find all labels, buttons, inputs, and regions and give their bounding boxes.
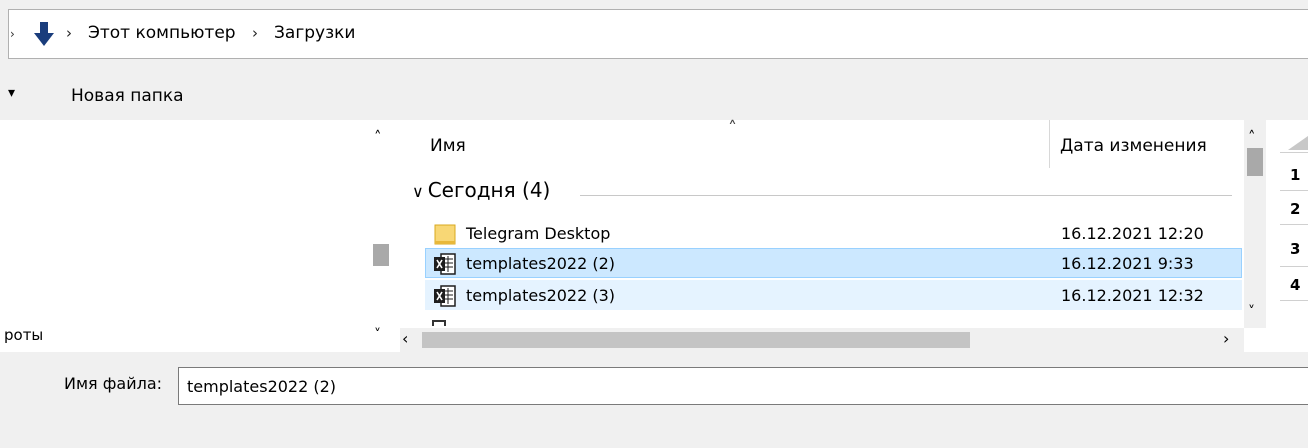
new-folder-button[interactable]: Новая папка: [60, 78, 195, 112]
file-list-hscrollbar[interactable]: ‹ ›: [400, 328, 1244, 352]
file-date: 16.12.2021 12:32: [1061, 286, 1204, 305]
preview-gridline: [1280, 190, 1308, 191]
file-name: templates2022 (3): [466, 286, 616, 305]
sheet-corner-icon: [1288, 136, 1308, 150]
excel-file-icon: [434, 285, 456, 307]
address-bar-region: › › Этот компьютер › Загрузки: [0, 0, 1308, 70]
scroll-up-icon[interactable]: ˄: [1248, 128, 1256, 146]
file-date: 16.12.2021 12:20: [1061, 224, 1204, 243]
preview-gridline: [1280, 266, 1308, 267]
breadcrumb-separator-icon[interactable]: ›: [66, 22, 72, 44]
partial-file-icon: [432, 320, 446, 326]
address-chevron-icon[interactable]: ›: [10, 27, 15, 41]
filename-input[interactable]: [178, 367, 1308, 405]
table-row[interactable]: templates2022 (3) 16.12.2021 12:32: [425, 280, 1242, 310]
breadcrumb-downloads[interactable]: Загрузки: [274, 22, 355, 44]
breadcrumb-separator-icon[interactable]: ›: [252, 22, 258, 44]
group-label: Сегодня (4): [427, 178, 551, 202]
download-arrow-icon: [34, 22, 54, 46]
preview-gridline: [1280, 300, 1308, 301]
preview-row-number: 1: [1290, 166, 1301, 184]
scroll-thumb[interactable]: [373, 244, 389, 266]
table-row[interactable]: templates2022 (2) 16.12.2021 9:33: [425, 248, 1242, 278]
column-header-row: Имя ˄ Дата изменения: [400, 118, 1244, 168]
folder-icon: [434, 224, 456, 245]
preview-row-number: 3: [1290, 240, 1301, 258]
file-date: 16.12.2021 9:33: [1061, 254, 1194, 273]
preview-gridline: [1280, 224, 1308, 225]
sort-ascending-icon: ˄: [728, 118, 737, 139]
scroll-left-icon[interactable]: ‹: [402, 329, 408, 348]
excel-file-icon: [434, 253, 456, 275]
scroll-down-icon[interactable]: ˅: [1248, 304, 1255, 320]
file-list: Имя ˄ Дата изменения ∨ Сегодня (4) Telegr…: [400, 118, 1244, 352]
group-header-today[interactable]: ∨ Сегодня (4): [412, 176, 550, 204]
filename-bar: Имя файла:: [0, 352, 1308, 448]
scroll-thumb[interactable]: [422, 332, 970, 348]
main-area: роты ˄ ˅ Имя ˄ Дата изменения ∨ Сегодня (…: [0, 118, 1308, 352]
file-name: Telegram Desktop: [466, 224, 611, 243]
toolbar: ▾ Новая папка: [0, 70, 1308, 120]
scroll-up-icon[interactable]: ˄: [374, 128, 382, 146]
scroll-right-icon[interactable]: ›: [1223, 329, 1229, 348]
breadcrumb-this-pc[interactable]: Этот компьютер: [88, 22, 236, 44]
nav-item-partial[interactable]: роты: [4, 326, 43, 344]
column-divider[interactable]: [1049, 120, 1050, 168]
file-name: templates2022 (2): [466, 254, 616, 273]
navigation-pane[interactable]: роты: [0, 120, 398, 352]
nav-pane-scrollbar[interactable]: ˄ ˅: [370, 120, 392, 352]
scroll-thumb[interactable]: [1247, 148, 1263, 176]
preview-gridline: [1280, 152, 1308, 153]
column-header-date[interactable]: Дата изменения: [1060, 136, 1207, 156]
file-list-vscrollbar[interactable]: ˄ ˅: [1244, 120, 1266, 328]
preview-pane: 1 2 3 4: [1268, 120, 1308, 352]
chevron-down-icon[interactable]: ∨: [412, 178, 424, 206]
preview-row-number: 4: [1290, 276, 1301, 294]
preview-row-number: 2: [1290, 200, 1301, 218]
column-header-name[interactable]: Имя: [430, 136, 466, 156]
organize-dropdown-icon[interactable]: ▾: [8, 85, 15, 101]
filename-label: Имя файла:: [64, 374, 163, 393]
table-row[interactable]: Telegram Desktop 16.12.2021 12:20: [425, 218, 1242, 248]
scroll-down-icon[interactable]: ˅: [374, 327, 381, 343]
group-divider: [580, 195, 1232, 196]
